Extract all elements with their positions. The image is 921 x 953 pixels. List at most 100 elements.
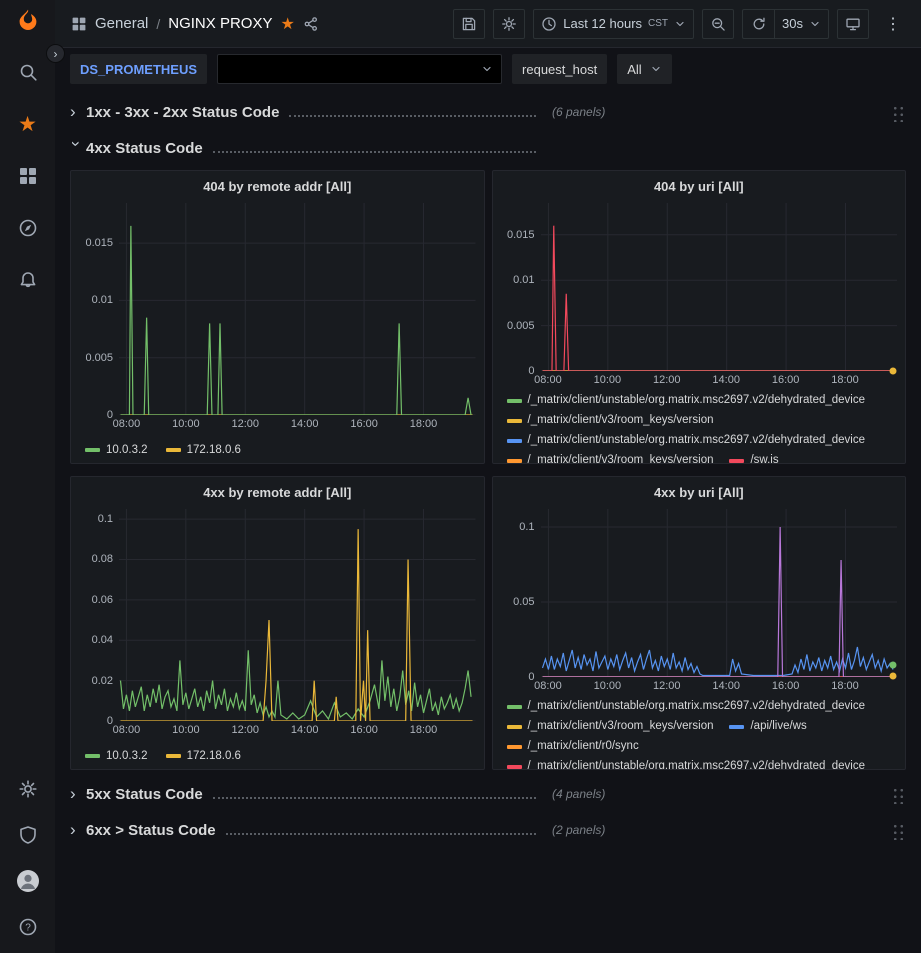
sidebar-item-explore[interactable] xyxy=(16,216,40,240)
legend-swatch xyxy=(729,459,744,463)
sidebar-item-configuration[interactable] xyxy=(16,777,40,801)
legend-item[interactable]: /_matrix/client/unstable/org.matrix.msc2… xyxy=(507,392,866,409)
y-tick-label: 0.005 xyxy=(507,320,535,332)
sidebar-item-help[interactable]: ? xyxy=(16,915,40,939)
row-6xx-status-code[interactable]: › 6xx > Status Code (2 panels) xyxy=(70,816,906,844)
gear-icon xyxy=(18,779,38,799)
legend-item[interactable]: /_matrix/client/r0/sync xyxy=(507,738,639,755)
more-options-button[interactable]: ⋮ xyxy=(877,9,909,39)
legend-label: /_matrix/client/r0/sync xyxy=(528,738,639,755)
dashboard-title[interactable]: NGINX PROXY xyxy=(168,15,272,32)
panel-title[interactable]: 404 by remote addr [All] xyxy=(71,171,484,201)
x-tick-label: 18:00 xyxy=(831,680,859,692)
panel-title[interactable]: 404 by uri [All] xyxy=(493,171,906,201)
x-tick-label: 10:00 xyxy=(594,374,622,386)
datasource-variable-select[interactable] xyxy=(217,54,502,84)
x-tick-label: 18:00 xyxy=(831,374,859,386)
x-tick-label: 16:00 xyxy=(772,680,800,692)
legend-item[interactable]: 10.0.3.2 xyxy=(85,444,148,456)
share-icon[interactable] xyxy=(303,16,319,32)
zoom-out-icon xyxy=(710,16,726,32)
legend-label: /_matrix/client/unstable/org.matrix.msc2… xyxy=(528,392,866,409)
panel-title[interactable]: 4xx by uri [All] xyxy=(493,477,906,507)
legend-item[interactable]: /_matrix/client/v3/room_keys/version xyxy=(507,452,714,463)
y-tick-label: 0.015 xyxy=(507,229,535,241)
grafana-logo-icon[interactable] xyxy=(16,8,40,32)
x-tick-label: 12:00 xyxy=(653,374,681,386)
apps-grid-icon[interactable] xyxy=(71,16,87,32)
sidebar-item-starred[interactable]: ★ xyxy=(16,112,40,136)
y-tick-label: 0.015 xyxy=(85,237,113,249)
row-4xx-status-code[interactable]: › 4xx Status Code xyxy=(70,134,906,162)
top-navbar: General / NGINX PROXY ★ Last 12 hours CS… xyxy=(55,0,921,48)
legend-item[interactable]: /_matrix/client/v3/room_keys/version xyxy=(507,718,714,735)
variables-bar: DS_PROMETHEUS request_host All xyxy=(55,48,921,90)
chart-plot[interactable] xyxy=(119,203,476,415)
breadcrumb-separator: / xyxy=(156,16,160,32)
chart-series xyxy=(120,226,471,415)
sidebar-expand-button[interactable]: › xyxy=(46,44,65,63)
legend-item[interactable]: /_matrix/client/v3/room_keys/version xyxy=(507,412,714,429)
point-marker xyxy=(889,661,896,668)
chart-plot[interactable] xyxy=(119,509,476,721)
breadcrumb-section[interactable]: General xyxy=(95,15,148,32)
x-tick-label: 16:00 xyxy=(350,724,378,736)
request-host-variable-label[interactable]: request_host xyxy=(512,54,607,84)
chart-series xyxy=(120,650,471,719)
row-title: 5xx Status Code xyxy=(86,786,203,803)
sidebar-item-server-admin[interactable] xyxy=(16,823,40,847)
sidebar: ★ ? xyxy=(0,0,55,953)
row-panel-count: (4 panels) xyxy=(552,787,605,801)
timezone-label: CST xyxy=(648,18,668,29)
x-tick-label: 12:00 xyxy=(653,680,681,692)
legend-item[interactable]: 10.0.3.2 xyxy=(85,750,148,762)
legend-swatch xyxy=(85,448,100,452)
y-tick-label: 0.05 xyxy=(513,596,534,608)
dotted-leader xyxy=(226,825,536,835)
legend: 10.0.3.2 172.18.0.6 xyxy=(71,433,484,463)
x-tick-label: 10:00 xyxy=(172,724,200,736)
save-dashboard-button[interactable] xyxy=(453,9,485,39)
legend-item[interactable]: 172.18.0.6 xyxy=(166,750,241,762)
sidebar-item-alerting[interactable] xyxy=(16,268,40,292)
request-host-variable-select[interactable]: All xyxy=(617,54,671,84)
star-dashboard-icon[interactable]: ★ xyxy=(280,14,294,34)
legend-item[interactable]: /sw.js xyxy=(729,452,778,463)
legend-swatch xyxy=(85,754,100,758)
datasource-variable-label[interactable]: DS_PROMETHEUS xyxy=(70,54,207,84)
chart-plot[interactable] xyxy=(541,203,898,371)
x-tick-label: 14:00 xyxy=(291,418,319,430)
row-drag-handle-icon[interactable] xyxy=(891,785,904,804)
legend-swatch xyxy=(507,399,522,403)
sidebar-item-dashboards[interactable] xyxy=(16,164,40,188)
search-icon xyxy=(18,62,38,82)
bell-icon xyxy=(18,270,38,290)
legend-item[interactable]: /api/live/ws xyxy=(729,718,806,735)
dashboard-settings-button[interactable] xyxy=(493,9,525,39)
sidebar-item-search[interactable] xyxy=(16,60,40,84)
x-tick-label: 10:00 xyxy=(172,418,200,430)
legend-label: /sw.js xyxy=(750,452,778,463)
row-drag-handle-icon[interactable] xyxy=(891,103,904,122)
legend-label: /_matrix/client/unstable/org.matrix.msc2… xyxy=(528,698,866,715)
row-1xx-3xx-2xx-status-code[interactable]: › 1xx - 3xx - 2xx Status Code (6 panels) xyxy=(70,98,906,126)
refresh-button[interactable] xyxy=(742,9,774,39)
legend-swatch xyxy=(507,745,522,749)
cycle-view-mode-button[interactable] xyxy=(837,9,869,39)
shield-icon xyxy=(18,825,38,845)
row-drag-handle-icon[interactable] xyxy=(891,821,904,840)
panel-title[interactable]: 4xx by remote addr [All] xyxy=(71,477,484,507)
legend-item[interactable]: /_matrix/client/unstable/org.matrix.msc2… xyxy=(507,698,866,715)
chart-plot[interactable] xyxy=(541,509,898,677)
legend-item[interactable]: 172.18.0.6 xyxy=(166,444,241,456)
legend-label: /_matrix/client/unstable/org.matrix.msc2… xyxy=(528,432,866,449)
legend-item[interactable]: /_matrix/client/unstable/org.matrix.msc2… xyxy=(507,432,866,449)
x-tick-label: 18:00 xyxy=(410,724,438,736)
legend-item[interactable]: /_matrix/client/unstable/org.matrix.msc2… xyxy=(507,758,866,769)
sidebar-avatar[interactable] xyxy=(16,869,40,893)
refresh-interval-picker[interactable]: 30s xyxy=(774,9,829,39)
zoom-out-button[interactable] xyxy=(702,9,734,39)
x-tick-label: 18:00 xyxy=(410,418,438,430)
row-5xx-status-code[interactable]: › 5xx Status Code (4 panels) xyxy=(70,780,906,808)
time-range-picker[interactable]: Last 12 hours CST xyxy=(533,9,694,39)
